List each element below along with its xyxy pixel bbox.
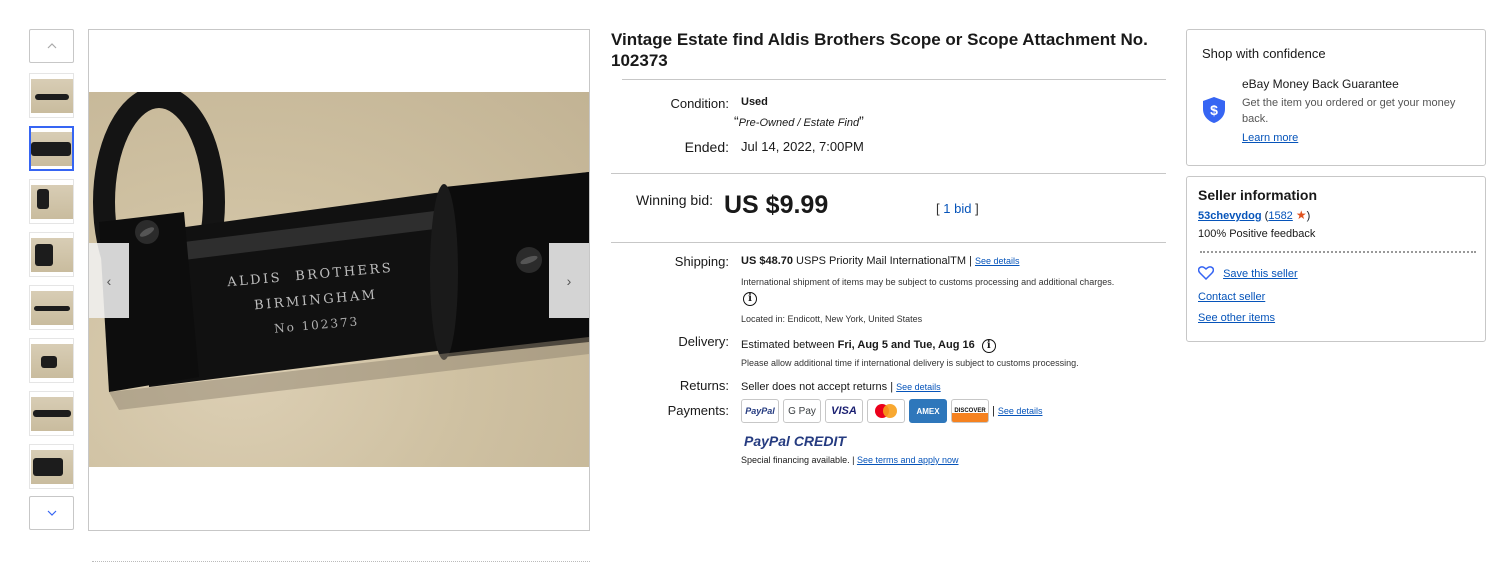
- shipping-service: USPS Priority Mail InternationalTM |: [796, 255, 972, 267]
- shipping-details-link[interactable]: See details: [975, 256, 1020, 266]
- item-location: Located in: Endicott, New York, United S…: [741, 314, 923, 324]
- chevron-right-icon: ›: [566, 272, 572, 289]
- ended-value: Jul 14, 2022, 7:00PM: [741, 139, 864, 154]
- thumbnail-7[interactable]: [29, 391, 74, 436]
- divider: [92, 561, 590, 562]
- condition-note: “Pre-Owned / Estate Find”: [734, 113, 864, 129]
- delivery-label: Delivery:: [678, 334, 729, 349]
- divider: [1200, 251, 1476, 253]
- paypal-credit-logo: PayPal CREDIT: [744, 433, 846, 449]
- payments-details-link[interactable]: See details: [998, 406, 1043, 416]
- amex-badge: AMEX: [909, 399, 947, 423]
- star-icon: ★: [1295, 208, 1307, 222]
- feedback-score-link[interactable]: 1582: [1268, 210, 1292, 222]
- confidence-heading: Shop with confidence: [1202, 46, 1326, 61]
- chevron-down-icon: [47, 507, 57, 519]
- thumbnail-image: [31, 131, 72, 166]
- shipping-price: US $48.70: [741, 255, 793, 267]
- info-icon[interactable]: i: [981, 339, 996, 353]
- delivery-prefix: Estimated between: [741, 339, 838, 351]
- bid-count-link[interactable]: 1 bid: [943, 201, 971, 216]
- divider: [622, 79, 1166, 80]
- main-image-viewer[interactable]: ALDIS BROTHERS BIRMINGHAM No 102373 ‹ ›: [88, 29, 590, 531]
- financing-text: Special financing available. |: [741, 455, 855, 465]
- guarantee-text: Get the item you ordered or get your mon…: [1242, 97, 1456, 125]
- delivery-note: Please allow additional time if internat…: [741, 358, 1079, 368]
- thumbnail-image: [30, 343, 73, 378]
- paypal-badge: PayPal: [741, 399, 779, 423]
- condition-label: Condition:: [670, 96, 729, 111]
- thumbnail-5[interactable]: [29, 285, 74, 330]
- returns-value: Seller does not accept returns |: [741, 381, 894, 393]
- see-other-items-link[interactable]: See other items: [1198, 312, 1275, 324]
- guarantee-title: eBay Money Back Guarantee: [1242, 77, 1399, 91]
- seller-information-panel: Seller information 53chevydog (1582 ★) 1…: [1186, 176, 1486, 342]
- info-icon[interactable]: i: [743, 288, 757, 306]
- svg-text:$: $: [1210, 102, 1218, 118]
- thumbnail-3[interactable]: [29, 179, 74, 224]
- next-image-button[interactable]: ›: [549, 243, 589, 318]
- discover-badge: DISCOVER: [951, 399, 989, 423]
- shield-icon: $: [1201, 96, 1227, 129]
- bracket: [: [936, 201, 940, 216]
- seller-name-line: 53chevydog (1582 ★): [1198, 208, 1311, 222]
- mastercard-icon: [875, 404, 897, 418]
- divider: [611, 173, 1166, 174]
- seller-heading: Seller information: [1198, 187, 1318, 203]
- financing-link[interactable]: See terms and apply now: [857, 455, 959, 465]
- thumbnails-up-button[interactable]: [29, 29, 74, 63]
- thumbnail-image: [30, 237, 73, 272]
- divider: [611, 242, 1166, 243]
- ended-label: Ended:: [684, 139, 729, 155]
- returns-line: Seller does not accept returns | See det…: [741, 381, 941, 393]
- bid-count: [ 1 bid ]: [936, 201, 979, 216]
- close-quote: ”: [859, 113, 864, 129]
- returns-label: Returns:: [679, 378, 729, 393]
- delivery-estimate: Estimated between Fri, Aug 5 and Tue, Au…: [741, 339, 996, 353]
- previous-image-button[interactable]: ‹: [89, 243, 129, 318]
- visa-badge: VISA: [825, 399, 863, 423]
- chevron-up-icon: [47, 40, 57, 52]
- chevron-left-icon: ‹: [106, 272, 112, 289]
- shipping-label: Shipping:: [674, 254, 729, 269]
- thumbnail-1[interactable]: [29, 73, 74, 118]
- learn-more-link[interactable]: Learn more: [1242, 132, 1298, 144]
- thumbnail-image: [30, 396, 73, 431]
- winning-bid-price: US $9.99: [724, 191, 829, 219]
- mastercard-badge: [867, 399, 905, 423]
- seller-name-link[interactable]: 53chevydog: [1198, 210, 1262, 222]
- feedback-percent: 100% Positive feedback: [1198, 228, 1316, 240]
- payments-label: Payments:: [667, 403, 729, 418]
- heart-icon: [1197, 266, 1215, 283]
- gpay-badge: G Pay: [783, 399, 821, 423]
- shop-with-confidence-panel: Shop with confidence $ eBay Money Back G…: [1186, 29, 1486, 166]
- thumbnail-6[interactable]: [29, 338, 74, 383]
- delivery-dates: Fri, Aug 5 and Tue, Aug 16: [837, 339, 975, 351]
- returns-details-link[interactable]: See details: [896, 382, 941, 392]
- payments-details: | See details: [992, 405, 1043, 417]
- condition-note-text: Pre-Owned / Estate Find: [738, 117, 860, 129]
- thumbnail-image: [30, 290, 73, 325]
- thumbnail-image: [30, 449, 73, 484]
- thumbnail-image: [30, 184, 73, 219]
- thumbnail-image: [30, 78, 73, 113]
- financing-line: Special financing available. | See terms…: [741, 455, 959, 465]
- item-title: Vintage Estate find Aldis Brothers Scope…: [611, 30, 1148, 70]
- shipping-line: US $48.70 USPS Priority Mail Internation…: [741, 255, 1020, 267]
- winning-bid-label: Winning bid:: [635, 192, 713, 208]
- shipping-note: International shipment of items may be s…: [741, 277, 1115, 287]
- main-product-image: ALDIS BROTHERS BIRMINGHAM No 102373: [89, 92, 589, 467]
- save-seller-button[interactable]: Save this seller: [1197, 266, 1298, 283]
- thumbnail-2[interactable]: [29, 126, 74, 171]
- thumbnails-down-button[interactable]: [29, 496, 74, 530]
- save-seller-label: Save this seller: [1223, 268, 1298, 281]
- bracket: ]: [975, 201, 979, 216]
- contact-seller-link[interactable]: Contact seller: [1198, 291, 1265, 303]
- thumbnail-4[interactable]: [29, 232, 74, 277]
- thumbnail-8[interactable]: [29, 444, 74, 489]
- condition-value: Used: [741, 96, 768, 108]
